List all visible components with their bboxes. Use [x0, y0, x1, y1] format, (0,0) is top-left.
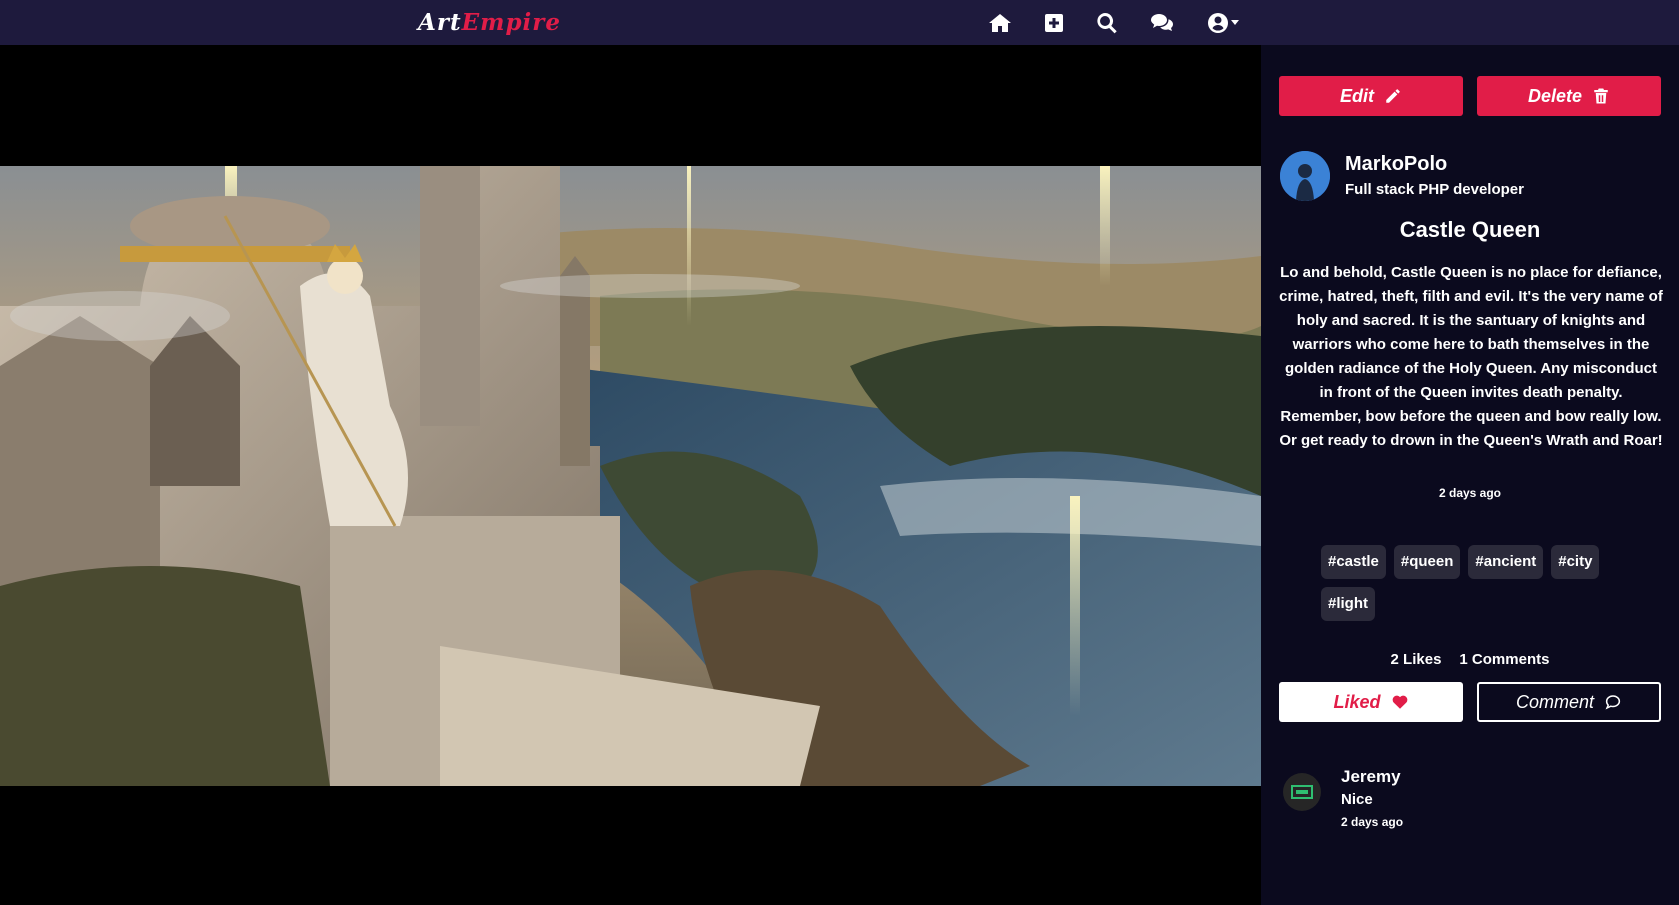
- liked-button[interactable]: Liked: [1279, 682, 1463, 722]
- commenter-name[interactable]: Jeremy: [1341, 767, 1401, 787]
- comments-count[interactable]: 1 Comments: [1459, 651, 1549, 668]
- speech-bubble-icon: [1605, 695, 1621, 710]
- post-details-panel: Edit Delete MarkoPolo Full stack PHP dev…: [1261, 45, 1679, 905]
- add-post-icon[interactable]: [1039, 9, 1069, 37]
- trash-icon: [1594, 88, 1608, 104]
- post-timestamp: 2 days ago: [1438, 486, 1502, 500]
- tag-city[interactable]: #city: [1551, 545, 1600, 579]
- tag-list: #castle #queen #ancient #city #light: [1321, 545, 1621, 621]
- edit-button-label: Edit: [1340, 85, 1374, 106]
- tag-castle[interactable]: #castle: [1321, 545, 1386, 579]
- artwork-image: [0, 166, 1261, 786]
- home-icon[interactable]: [985, 9, 1015, 37]
- top-navbar: ArtEmpire: [0, 0, 1679, 45]
- delete-button-label: Delete: [1527, 85, 1583, 106]
- user-menu-icon[interactable]: [1203, 9, 1245, 37]
- search-icon[interactable]: [1092, 9, 1122, 37]
- author-avatar[interactable]: [1280, 151, 1330, 201]
- comment-button-label: Comment: [1515, 691, 1595, 712]
- delete-button[interactable]: Delete: [1477, 76, 1661, 116]
- post-stats: 2 Likes 1 Comments: [1261, 651, 1679, 668]
- tag-ancient[interactable]: #ancient: [1468, 545, 1544, 579]
- edit-button[interactable]: Edit: [1279, 76, 1463, 116]
- author-bio: Full stack PHP developer: [1345, 181, 1524, 198]
- likes-count[interactable]: 2 Likes: [1391, 651, 1442, 668]
- pencil-icon: [1386, 89, 1400, 103]
- chat-icon[interactable]: [1147, 9, 1177, 37]
- comment-text: Nice: [1341, 791, 1373, 808]
- comment-timestamp: 2 days ago: [1341, 815, 1404, 829]
- post-title: Castle Queen: [1399, 217, 1541, 242]
- post-description: Lo and behold, Castle Queen is no place …: [1279, 264, 1663, 449]
- comment-button[interactable]: Comment: [1477, 682, 1661, 722]
- liked-button-label: Liked: [1333, 691, 1381, 712]
- nav-icons: [0, 9, 1679, 37]
- tag-queen[interactable]: #queen: [1393, 545, 1461, 579]
- image-viewer: [0, 45, 1261, 905]
- author-name[interactable]: MarkoPolo: [1345, 153, 1447, 176]
- commenter-avatar[interactable]: [1283, 773, 1321, 811]
- heart-icon: [1392, 695, 1407, 709]
- tag-light[interactable]: #light: [1321, 587, 1375, 621]
